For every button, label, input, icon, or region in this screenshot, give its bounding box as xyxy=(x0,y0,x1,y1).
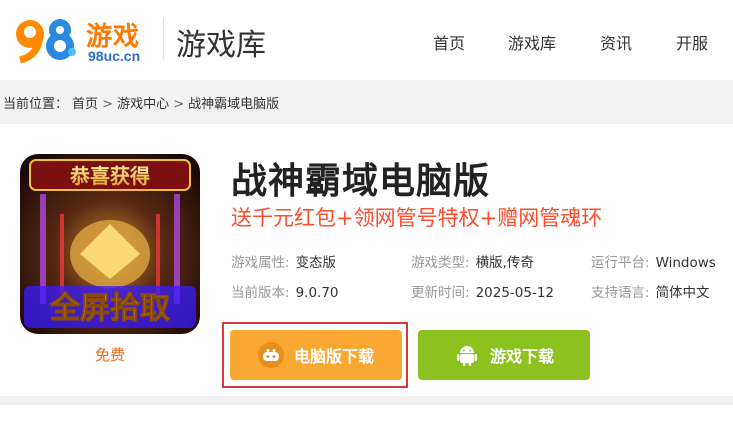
gamepad-icon xyxy=(257,342,284,368)
android-icon xyxy=(454,342,480,368)
breadcrumb-game-center[interactable]: 游戏中心 xyxy=(117,97,169,112)
nav-game-library[interactable]: 游戏库 xyxy=(508,30,556,54)
icon-text-bottom: 全屏拾取 xyxy=(49,291,170,326)
game-detail-card: 恭喜获得 全屏拾取 免费 战神霸域电脑版 送千元红包+领网管号特权+赠网管魂环 … xyxy=(0,124,733,396)
info-key: 游戏类型: xyxy=(411,255,470,271)
breadcrumb-prefix: 当前位置： xyxy=(3,97,69,112)
game-icon-art: 恭喜获得 全屏拾取 xyxy=(20,154,200,334)
info-value: 9.0.70 xyxy=(295,285,339,301)
game-title: 战神霸域电脑版 xyxy=(231,161,491,202)
breadcrumb: 当前位置： 首页 > 游戏中心 > 战神霸域电脑版 xyxy=(3,93,283,112)
info-value: 变态版 xyxy=(295,255,337,271)
nav-server-open[interactable]: 开服 xyxy=(676,30,708,54)
game-download-button[interactable]: 游戏下载 xyxy=(418,330,590,380)
info-value: 2025-05-12 xyxy=(475,285,555,301)
price-label: 免费 xyxy=(94,346,125,364)
breadcrumb-separator: > xyxy=(102,97,114,112)
info-value: 简体中文 xyxy=(655,285,710,301)
game-icon[interactable]: 恭喜获得 全屏拾取 xyxy=(20,154,200,334)
main-nav: 首页 游戏库 资讯 开服 xyxy=(0,30,733,54)
info-platform: 运行平台: Windows xyxy=(591,251,716,271)
info-game-type: 游戏类型: 横版,传奇 xyxy=(411,251,534,271)
nav-home[interactable]: 首页 xyxy=(433,30,465,54)
breadcrumb-separator: > xyxy=(173,97,185,112)
info-language: 支持语言: 简体中文 xyxy=(591,281,710,301)
pc-download-label: 电脑版下载 xyxy=(293,347,374,366)
game-download-label: 游戏下载 xyxy=(489,347,554,366)
next-section-card xyxy=(0,405,733,441)
info-version: 当前版本: 9.0.70 xyxy=(231,281,339,301)
info-value: Windows xyxy=(655,255,716,271)
info-attribute: 游戏属性: 变态版 xyxy=(231,251,336,271)
info-key: 支持语言: xyxy=(591,285,650,301)
info-key: 当前版本: xyxy=(231,285,290,301)
game-slogan: 送千元红包+领网管号特权+赠网管魂环 xyxy=(231,206,603,230)
pc-download-button[interactable]: 电脑版下载 xyxy=(230,330,402,380)
info-key: 更新时间: xyxy=(411,285,470,301)
info-key: 运行平台: xyxy=(591,255,650,271)
breadcrumb-current: 战神霸域电脑版 xyxy=(188,97,280,112)
breadcrumb-home[interactable]: 首页 xyxy=(72,97,98,112)
info-value: 横版,传奇 xyxy=(475,255,534,271)
info-key: 游戏属性: xyxy=(231,255,290,271)
nav-news[interactable]: 资讯 xyxy=(600,30,632,54)
icon-text-top: 恭喜获得 xyxy=(69,164,150,188)
info-update-time: 更新时间: 2025-05-12 xyxy=(411,281,554,301)
site-header: 游戏 98uc.cn 游戏库 首页 游戏库 资讯 开服 xyxy=(0,0,733,80)
